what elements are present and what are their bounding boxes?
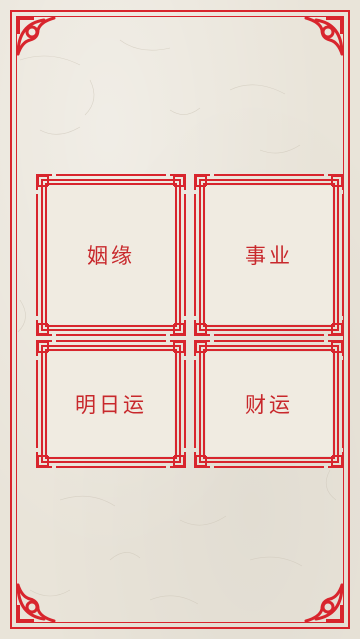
menu-tile-career[interactable]: 事业: [194, 174, 344, 336]
corner-ornament-icon: [16, 16, 56, 56]
tile-label: 姻缘: [87, 244, 135, 268]
menu-tile-wealth[interactable]: 财运: [194, 340, 344, 468]
corner-ornament-icon: [304, 16, 344, 56]
menu-tile-tomorrow-luck[interactable]: 明日运: [36, 340, 186, 468]
corner-ornament-icon: [16, 583, 56, 623]
menu-tile-marriage[interactable]: 姻缘: [36, 174, 186, 336]
corner-ornament-icon: [304, 583, 344, 623]
tile-label: 财运: [245, 393, 293, 417]
tile-label: 事业: [245, 244, 293, 268]
tile-label: 明日运: [75, 393, 147, 417]
